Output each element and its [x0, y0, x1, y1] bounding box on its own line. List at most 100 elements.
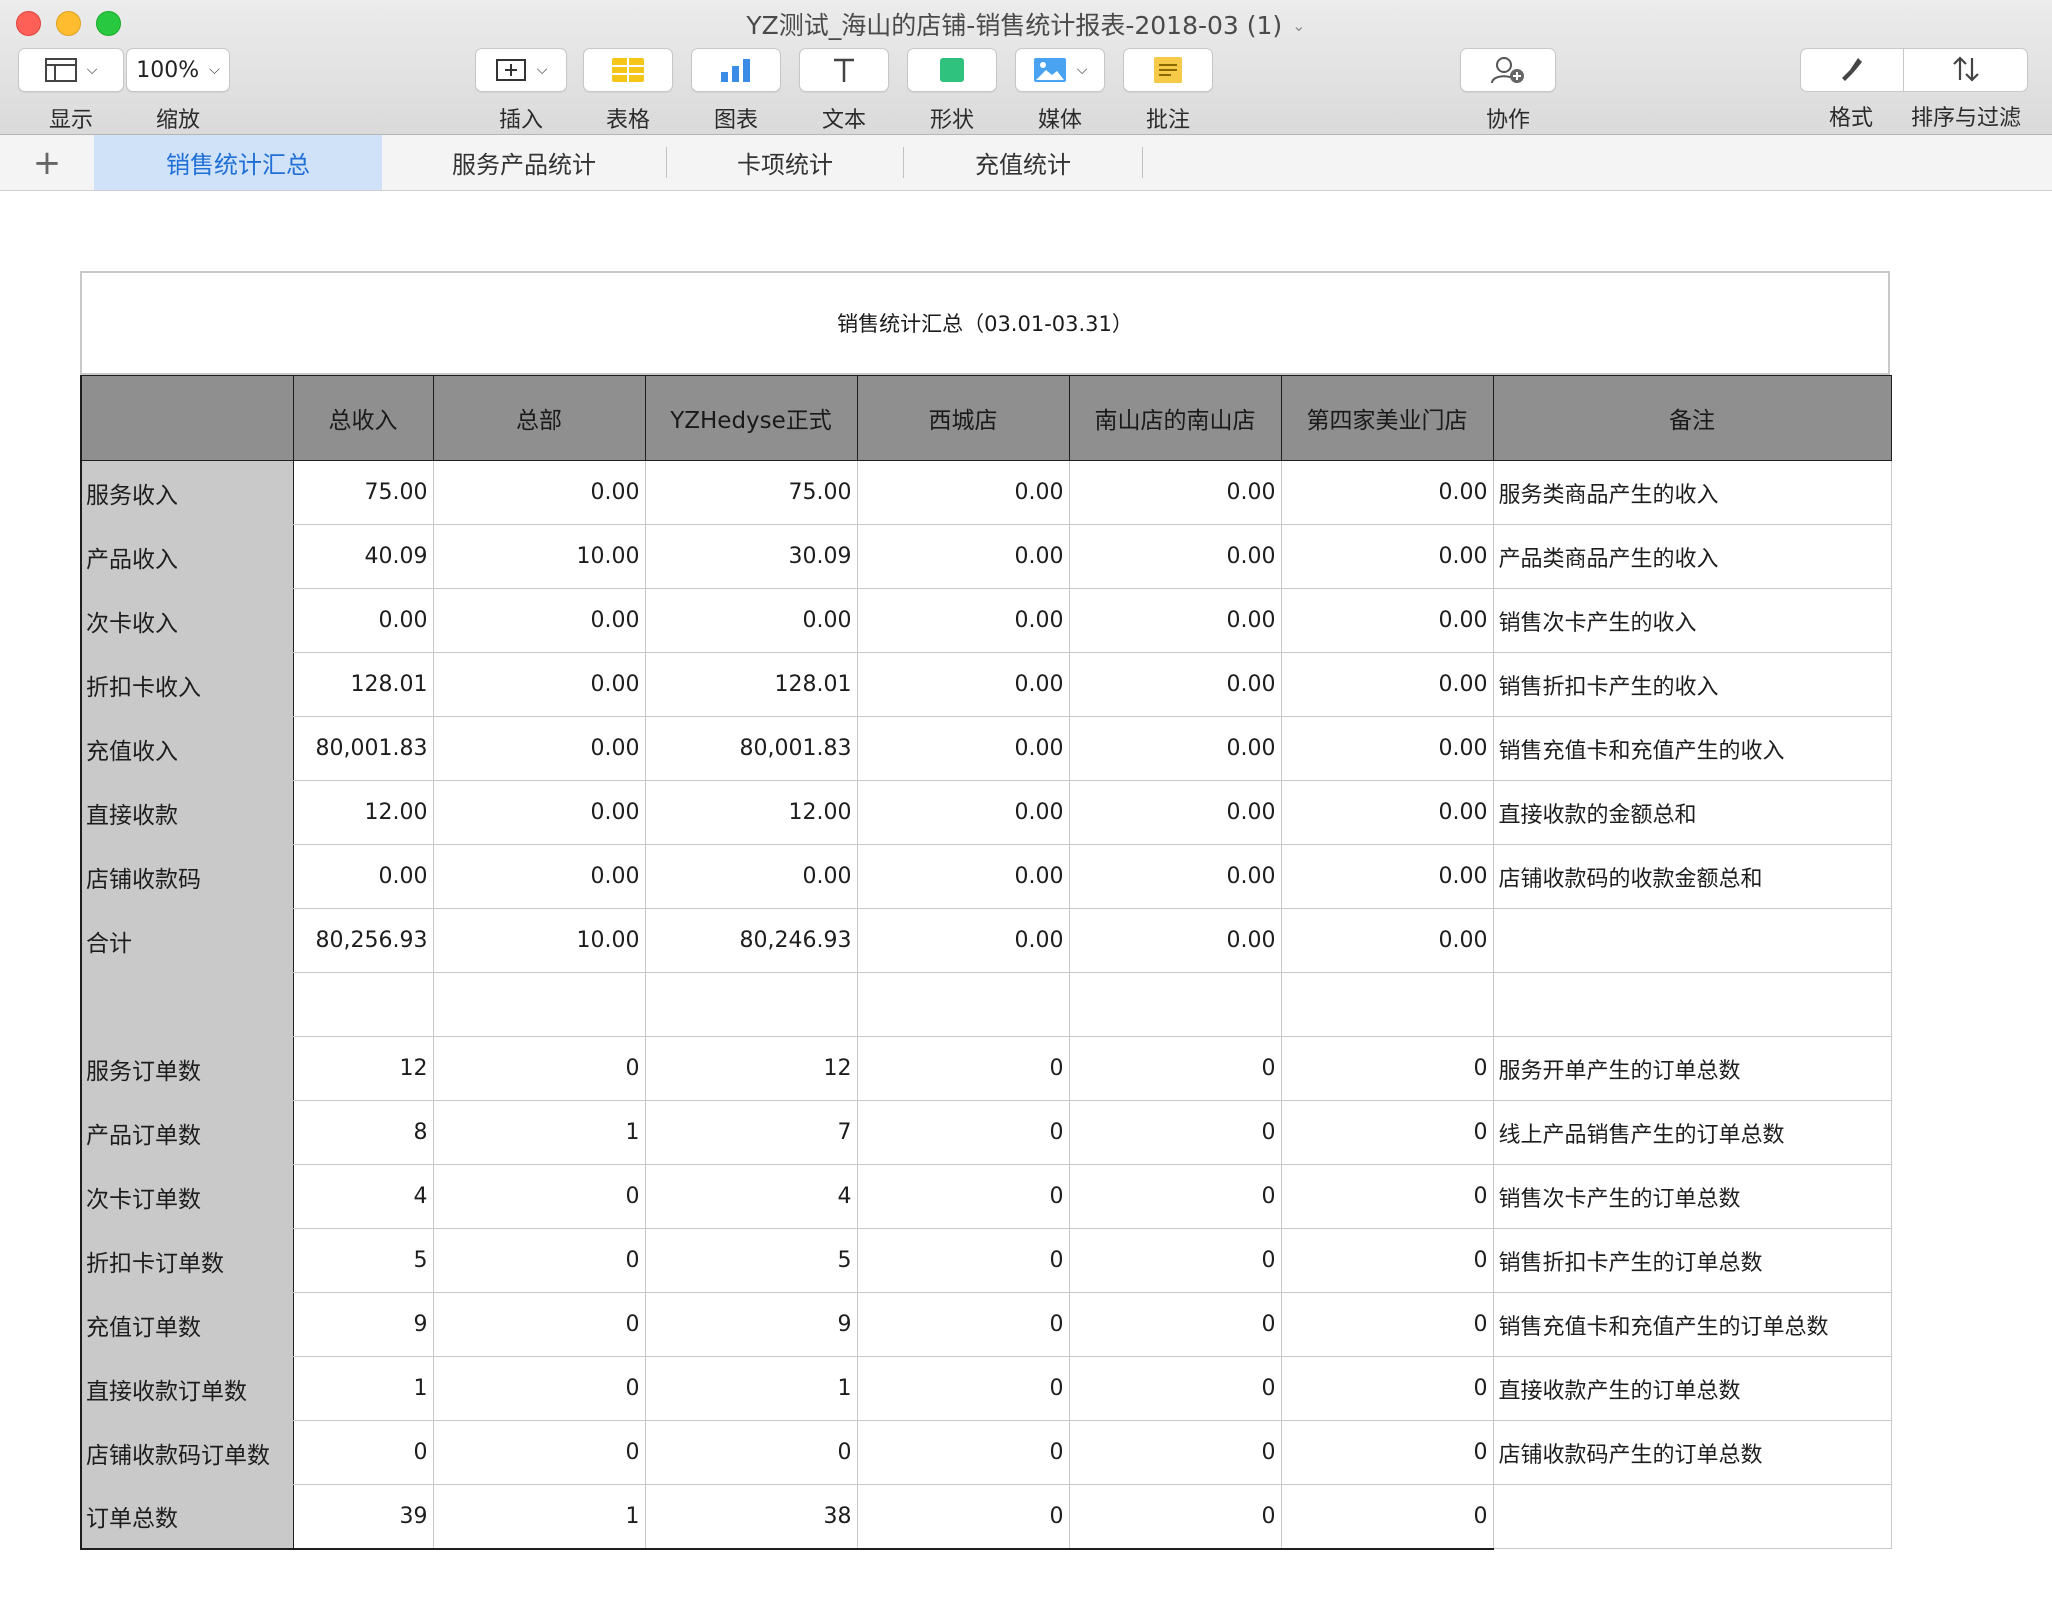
value-cell[interactable]: 0.00 — [1068, 844, 1282, 909]
note-cell[interactable]: 直接收款产生的订单总数 — [1492, 1356, 1892, 1421]
value-cell[interactable]: 0 — [1068, 1036, 1282, 1101]
value-cell[interactable]: 4 — [292, 1164, 434, 1229]
tab-service-product[interactable]: 服务产品统计 — [382, 135, 666, 190]
value-cell[interactable]: 0 — [1280, 1164, 1494, 1229]
row-label-cell[interactable]: 次卡订单数 — [80, 1164, 294, 1229]
table-tool[interactable]: 表格 — [583, 48, 673, 134]
value-cell[interactable]: 0.00 — [856, 908, 1070, 973]
comment-tool[interactable]: 批注 — [1123, 48, 1213, 134]
value-cell[interactable]: 0.00 — [856, 716, 1070, 781]
chart-button[interactable] — [691, 48, 781, 92]
value-cell[interactable]: 0.00 — [1068, 908, 1282, 973]
note-cell[interactable]: 销售次卡产生的收入 — [1492, 588, 1892, 653]
value-cell[interactable]: 0 — [856, 1164, 1070, 1229]
value-cell[interactable]: 0 — [1068, 1420, 1282, 1485]
header-notes[interactable]: 备注 — [1492, 375, 1892, 461]
value-cell[interactable]: 1 — [644, 1356, 858, 1421]
value-cell[interactable]: 0.00 — [1280, 460, 1494, 525]
note-cell[interactable]: 销售折扣卡产生的收入 — [1492, 652, 1892, 717]
value-cell[interactable]: 0.00 — [856, 524, 1070, 589]
value-cell[interactable]: 7 — [644, 1100, 858, 1165]
value-cell[interactable]: 0 — [856, 1100, 1070, 1165]
row-label-cell[interactable]: 折扣卡订单数 — [80, 1228, 294, 1293]
value-cell[interactable]: 0 — [1280, 1484, 1494, 1550]
text-tool[interactable]: 文本 — [799, 48, 889, 134]
row-label-cell[interactable]: 店铺收款码 — [80, 844, 294, 909]
value-cell[interactable]: 0.00 — [1280, 908, 1494, 973]
value-cell[interactable]: 39 — [292, 1484, 434, 1550]
value-cell[interactable]: 0.00 — [1068, 716, 1282, 781]
value-cell[interactable]: 0 — [432, 1164, 646, 1229]
row-label-cell[interactable]: 直接收款订单数 — [80, 1356, 294, 1421]
value-cell[interactable]: 0.00 — [432, 652, 646, 717]
value-cell[interactable]: 0 — [1280, 1292, 1494, 1357]
value-cell[interactable]: 8 — [292, 1100, 434, 1165]
collaborate-tool[interactable]: 协作 — [1460, 48, 1556, 134]
value-cell[interactable] — [1280, 972, 1494, 1037]
value-cell[interactable]: 0 — [1068, 1228, 1282, 1293]
value-cell[interactable]: 30.09 — [644, 524, 858, 589]
text-button[interactable] — [799, 48, 889, 92]
value-cell[interactable]: 0 — [856, 1228, 1070, 1293]
value-cell[interactable]: 0 — [1068, 1484, 1282, 1550]
note-cell[interactable] — [1492, 908, 1892, 973]
value-cell[interactable]: 0 — [856, 1036, 1070, 1101]
value-cell[interactable]: 75.00 — [644, 460, 858, 525]
zoom-tool[interactable]: 100% ⌵ 缩放 — [126, 48, 230, 134]
row-label-cell[interactable]: 充值收入 — [80, 716, 294, 781]
value-cell[interactable]: 0 — [432, 1036, 646, 1101]
value-cell[interactable]: 0.00 — [432, 844, 646, 909]
value-cell[interactable]: 40.09 — [292, 524, 434, 589]
value-cell[interactable]: 12.00 — [292, 780, 434, 845]
value-cell[interactable]: 0.00 — [432, 588, 646, 653]
row-label-cell[interactable]: 店铺收款码订单数 — [80, 1420, 294, 1485]
value-cell[interactable]: 0 — [432, 1292, 646, 1357]
value-cell[interactable]: 0.00 — [1068, 780, 1282, 845]
note-cell[interactable]: 线上产品销售产生的订单总数 — [1492, 1100, 1892, 1165]
value-cell[interactable]: 0.00 — [1068, 652, 1282, 717]
value-cell[interactable]: 0.00 — [432, 716, 646, 781]
tab-recharge[interactable]: 充值统计 — [904, 135, 1142, 190]
value-cell[interactable]: 10.00 — [432, 908, 646, 973]
value-cell[interactable]: 0.00 — [856, 652, 1070, 717]
format-button[interactable] — [1800, 48, 1902, 90]
note-cell[interactable]: 服务类商品产生的收入 — [1492, 460, 1892, 525]
value-cell[interactable]: 80,256.93 — [292, 908, 434, 973]
value-cell[interactable] — [856, 972, 1070, 1037]
note-cell[interactable]: 产品类商品产生的收入 — [1492, 524, 1892, 589]
row-label-cell[interactable]: 服务收入 — [80, 460, 294, 525]
row-label-cell[interactable]: 充值订单数 — [80, 1292, 294, 1357]
value-cell[interactable]: 0.00 — [856, 780, 1070, 845]
value-cell[interactable] — [432, 972, 646, 1037]
value-cell[interactable] — [292, 972, 434, 1037]
header-nanshan-store[interactable]: 南山店的南山店 — [1068, 375, 1282, 461]
value-cell[interactable]: 0 — [1068, 1164, 1282, 1229]
value-cell[interactable]: 0.00 — [1280, 588, 1494, 653]
note-cell[interactable]: 销售折扣卡产生的订单总数 — [1492, 1228, 1892, 1293]
value-cell[interactable]: 0 — [432, 1356, 646, 1421]
add-sheet-button[interactable]: + — [0, 135, 94, 190]
row-label-cell[interactable]: 合计 — [80, 908, 294, 973]
value-cell[interactable]: 0.00 — [856, 460, 1070, 525]
collaborate-button[interactable] — [1460, 48, 1556, 92]
note-cell[interactable]: 销售充值卡和充值产生的收入 — [1492, 716, 1892, 781]
value-cell[interactable]: 0 — [1280, 1420, 1494, 1485]
note-cell[interactable]: 店铺收款码产生的订单总数 — [1492, 1420, 1892, 1485]
value-cell[interactable]: 0.00 — [1068, 588, 1282, 653]
value-cell[interactable]: 0 — [1068, 1356, 1282, 1421]
value-cell[interactable]: 0 — [644, 1420, 858, 1485]
value-cell[interactable]: 0 — [432, 1420, 646, 1485]
sort-filter-tool[interactable]: 排序与过滤 — [1905, 48, 2027, 132]
value-cell[interactable]: 0.00 — [1280, 844, 1494, 909]
insert-button[interactable]: ⌵ — [475, 48, 567, 92]
header-headquarters[interactable]: 总部 — [432, 375, 646, 461]
value-cell[interactable]: 5 — [292, 1228, 434, 1293]
note-cell[interactable]: 销售充值卡和充值产生的订单总数 — [1492, 1292, 1892, 1357]
note-cell[interactable] — [1492, 972, 1892, 1037]
row-label-cell[interactable]: 产品订单数 — [80, 1100, 294, 1165]
value-cell[interactable]: 0 — [1068, 1100, 1282, 1165]
value-cell[interactable]: 0.00 — [292, 588, 434, 653]
table-button[interactable] — [583, 48, 673, 92]
value-cell[interactable]: 12 — [644, 1036, 858, 1101]
value-cell[interactable]: 0.00 — [292, 844, 434, 909]
